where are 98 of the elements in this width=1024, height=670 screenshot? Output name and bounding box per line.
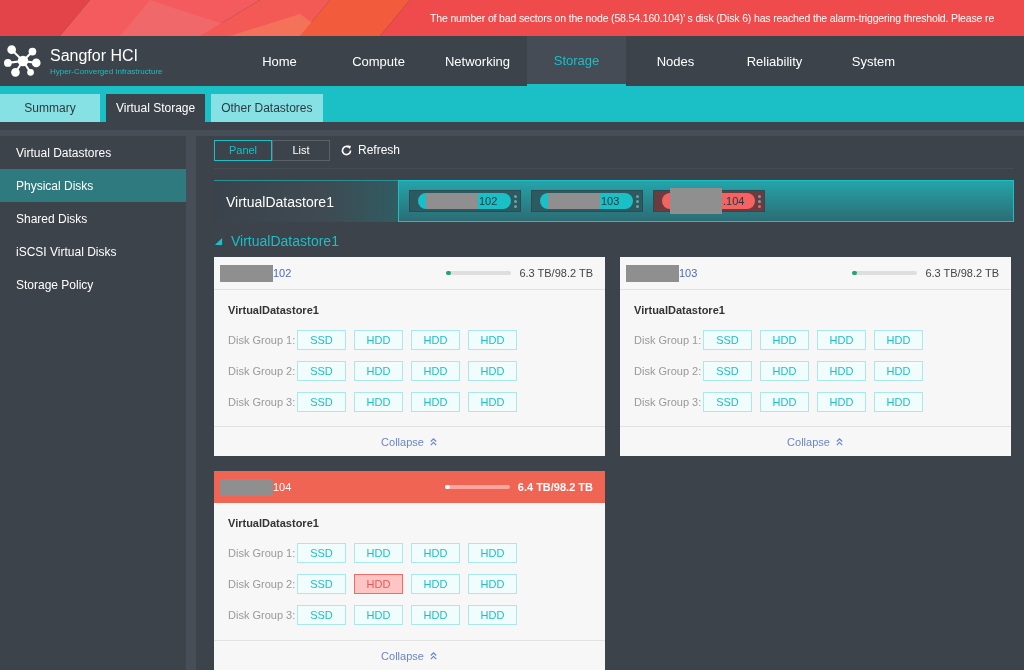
disk-group-label: Disk Group 2:: [228, 578, 297, 590]
expand-triangle-icon[interactable]: [214, 236, 223, 246]
disk-button[interactable]: HDD: [468, 330, 517, 350]
disk-group-label: Disk Group 1:: [228, 334, 297, 346]
datastore-name: VirtualDatastore1: [634, 304, 726, 316]
redaction-block: [426, 193, 478, 209]
disk-button[interactable]: SSD: [703, 392, 752, 412]
view-toggle-button[interactable]: Panel: [214, 139, 272, 161]
datastore-name: VirtualDatastore1: [228, 304, 320, 316]
disk-button[interactable]: SSD: [297, 574, 346, 594]
disk-button[interactable]: HDD: [468, 361, 517, 381]
disk-button[interactable]: SSD: [297, 361, 346, 381]
disk-button[interactable]: SSD: [703, 330, 752, 350]
disk-button[interactable]: HDD: [411, 361, 460, 381]
disk-group-label: Disk Group 1:: [634, 334, 703, 346]
datastore-name: VirtualDatastore1: [228, 517, 320, 529]
node-name[interactable]: 103: [679, 267, 698, 279]
disk-button[interactable]: HDD: [411, 330, 460, 350]
disk-button[interactable]: HDD: [760, 330, 809, 350]
disk-button[interactable]: HDD: [411, 605, 460, 625]
product-tagline: Hyper-Converged Infrastructure: [50, 66, 163, 76]
disk-group-label: Disk Group 2:: [634, 365, 703, 377]
disk-button[interactable]: HDD: [760, 392, 809, 412]
nav-tab[interactable]: Nodes: [626, 36, 725, 86]
alarm-message: The number of bad sectors on the node (58.54.160.104)’ s disk (Disk 6) has reached the alarm-triggering threshold. Please re: [430, 12, 995, 24]
nav-tab[interactable]: Reliability: [725, 36, 824, 86]
redaction-block: [626, 264, 679, 282]
refresh-button[interactable]: Refresh: [340, 143, 401, 157]
disk-button[interactable]: HDD: [468, 574, 517, 594]
disk-button[interactable]: SSD: [297, 605, 346, 625]
node-label: 102: [479, 195, 498, 207]
disk-button[interactable]: HDD: [354, 392, 403, 412]
disk-button[interactable]: SSD: [297, 392, 346, 412]
disk-button[interactable]: HDD: [874, 330, 923, 350]
sidebar-item[interactable]: Storage Policy: [0, 268, 186, 301]
nav-tab[interactable]: System: [824, 36, 923, 86]
nav-tab[interactable]: Networking: [428, 36, 527, 86]
disk-group-label: Disk Group 1:: [228, 547, 297, 559]
sidebar-item[interactable]: iSCSI Virtual Disks: [0, 235, 186, 268]
node-name[interactable]: 102: [273, 267, 292, 279]
disk-button[interactable]: HDD: [817, 330, 866, 350]
node-name[interactable]: 104: [273, 481, 292, 493]
redaction-block: [220, 264, 273, 282]
double-chevron-up-icon: [428, 437, 438, 446]
redaction-block: [670, 188, 722, 214]
sidebar-item[interactable]: Physical Disks: [0, 169, 186, 202]
disk-group-label: Disk Group 2:: [228, 365, 297, 377]
disk-button[interactable]: HDD: [354, 361, 403, 381]
disk-button[interactable]: HDD: [760, 361, 809, 381]
redaction-block: [548, 193, 600, 209]
disk-button[interactable]: SSD: [297, 330, 346, 350]
usage-text: 6.3 TB/98.2 TB: [519, 267, 593, 279]
nav-tab[interactable]: Compute: [329, 36, 428, 86]
view-toggle-button[interactable]: List: [272, 139, 330, 161]
collapse-link[interactable]: Collapse: [381, 435, 438, 448]
disk-button[interactable]: SSD: [703, 361, 752, 381]
nav-tab[interactable]: Home: [230, 36, 329, 86]
section-title: VirtualDatastore1: [231, 233, 339, 249]
disk-button[interactable]: HDD: [817, 361, 866, 381]
disk-button[interactable]: HDD: [468, 543, 517, 563]
disk-group-label: Disk Group 3:: [228, 396, 297, 408]
double-chevron-up-icon: [428, 651, 438, 660]
redaction-block: [220, 478, 273, 496]
disk-button[interactable]: HDD: [354, 574, 403, 594]
node-label: 103: [601, 195, 620, 207]
refresh-icon: [340, 143, 353, 157]
node-chip[interactable]: 103: [531, 190, 643, 212]
usage-text: 6.3 TB/98.2 TB: [925, 267, 999, 279]
node-chip[interactable]: .104: [653, 190, 765, 212]
disk-button[interactable]: HDD: [411, 392, 460, 412]
disk-button[interactable]: HDD: [354, 605, 403, 625]
disk-group-label: Disk Group 3:: [634, 396, 703, 408]
disk-button[interactable]: HDD: [354, 330, 403, 350]
sidebar-item[interactable]: Virtual Datastores: [0, 136, 186, 169]
usage-text: 6.4 TB/98.2 TB: [517, 481, 593, 493]
sidebar-item[interactable]: Shared Disks: [0, 202, 186, 235]
collapse-link[interactable]: Collapse: [787, 435, 844, 448]
node-label: .104: [723, 195, 745, 207]
disk-button[interactable]: HDD: [468, 392, 517, 412]
disk-button[interactable]: HDD: [874, 361, 923, 381]
double-chevron-up-icon: [834, 437, 844, 446]
network-logo-icon: [4, 44, 42, 78]
sub-tab[interactable]: Summary: [0, 94, 100, 122]
disk-button[interactable]: HDD: [411, 543, 460, 563]
disk-button[interactable]: HDD: [817, 392, 866, 412]
node-chip[interactable]: 102: [409, 190, 521, 212]
disk-button[interactable]: HDD: [411, 574, 460, 594]
disk-button[interactable]: SSD: [297, 543, 346, 563]
nav-tab[interactable]: Storage: [527, 36, 626, 86]
disk-group-label: Disk Group 3:: [228, 609, 297, 621]
sub-tab[interactable]: Other Datastores: [211, 94, 323, 122]
product-name: Sangfor HCI: [50, 46, 140, 65]
disk-button[interactable]: HDD: [354, 543, 403, 563]
disk-button[interactable]: HDD: [468, 605, 517, 625]
disk-button[interactable]: HDD: [874, 392, 923, 412]
datastore-tab[interactable]: VirtualDatastore1: [214, 180, 398, 222]
collapse-link[interactable]: Collapse: [381, 649, 438, 662]
sub-tab[interactable]: Virtual Storage: [106, 94, 206, 122]
